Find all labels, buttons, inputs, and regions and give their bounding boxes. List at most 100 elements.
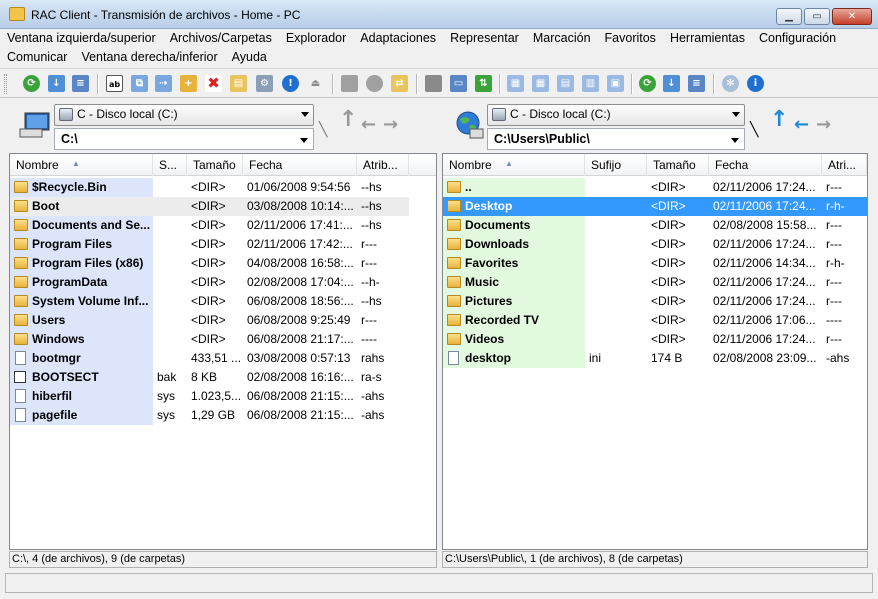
file-row[interactable]: Videos <DIR> 02/11/2006 17:24... r--- bbox=[443, 330, 867, 349]
column-header-name[interactable]: Nombre ▲ bbox=[10, 154, 153, 176]
list-view-icon[interactable]: ≡ bbox=[72, 75, 89, 92]
view-small-icon[interactable]: ▦ bbox=[532, 75, 549, 92]
transfer-icon[interactable]: ⇄ bbox=[391, 75, 408, 92]
column-header-attributes[interactable]: Atri... bbox=[822, 154, 867, 176]
copy-icon[interactable]: ⧉ bbox=[131, 75, 148, 92]
file-row[interactable]: .. <DIR> 02/11/2006 17:24... r--- bbox=[443, 178, 867, 197]
move-icon[interactable]: ⇢ bbox=[155, 75, 172, 92]
chat-icon[interactable] bbox=[341, 75, 358, 92]
back-arrow-icon[interactable]: ← bbox=[361, 116, 376, 134]
sync-icon[interactable]: ⟳ bbox=[639, 75, 656, 92]
rename-icon[interactable]: ab bbox=[106, 75, 123, 92]
menu-item[interactable]: Archivos/Carpetas bbox=[163, 29, 279, 48]
cell-suffix bbox=[153, 197, 187, 216]
forward-arrow-icon[interactable]: → bbox=[383, 116, 398, 134]
stop-icon[interactable] bbox=[425, 75, 442, 92]
view-details-icon[interactable]: ▥ bbox=[582, 75, 599, 92]
cell-text: <DIR> bbox=[191, 237, 226, 251]
menu-item[interactable]: Comunicar bbox=[0, 48, 74, 67]
cell-suffix bbox=[153, 273, 187, 292]
menu-item[interactable]: Adaptaciones bbox=[353, 29, 443, 48]
column-header-date[interactable]: Fecha bbox=[709, 154, 822, 176]
window-icon[interactable]: ▭ bbox=[450, 75, 467, 92]
file-row[interactable]: Recorded TV <DIR> 02/11/2006 17:06... ---- bbox=[443, 311, 867, 330]
file-row[interactable]: Program Files <DIR> 02/11/2006 17:42:... r-… bbox=[10, 235, 436, 254]
message-icon[interactable] bbox=[366, 75, 383, 92]
about-icon[interactable]: i bbox=[747, 75, 764, 92]
back-arrow-icon[interactable]: ← bbox=[794, 116, 809, 134]
menu-item[interactable]: Marcación bbox=[526, 29, 598, 48]
up-arrow-icon[interactable]: ↑ bbox=[770, 109, 788, 131]
column-header-attributes[interactable]: Atrib... bbox=[357, 154, 409, 176]
up-arrow-icon[interactable]: ↑ bbox=[339, 109, 357, 131]
left-drive-select[interactable]: C - Disco local (C:) bbox=[54, 104, 314, 126]
left-path-input[interactable]: C:\ bbox=[54, 128, 314, 150]
file-row[interactable]: Documents <DIR> 02/08/2008 15:58... r--- bbox=[443, 216, 867, 235]
menu-item[interactable]: Explorador bbox=[279, 29, 353, 48]
menu-item[interactable]: Configuración bbox=[752, 29, 843, 48]
cell-name: Videos bbox=[443, 330, 585, 349]
file-row[interactable]: desktop ini 174 B 02/08/2008 23:09... -ahs bbox=[443, 349, 867, 368]
file-row[interactable]: ProgramData <DIR> 02/08/2008 17:04:... --h- bbox=[10, 273, 436, 292]
maximize-button[interactable]: ▭ bbox=[804, 8, 830, 25]
right-drive-select[interactable]: C - Disco local (C:) bbox=[487, 104, 745, 126]
file-row[interactable]: Favorites <DIR> 02/11/2006 14:34... r-h- bbox=[443, 254, 867, 273]
cell-size: 433,51 ... bbox=[187, 349, 243, 368]
new-folder-icon[interactable]: + bbox=[180, 75, 197, 92]
file-row[interactable]: Windows <DIR> 06/08/2008 21:17:... ---- bbox=[10, 330, 436, 349]
info-icon[interactable]: ! bbox=[282, 75, 299, 92]
cell-suffix: bak bbox=[153, 368, 187, 387]
network-icon[interactable]: ⇅ bbox=[475, 75, 492, 92]
toolbar-grip[interactable] bbox=[4, 74, 7, 94]
file-row[interactable]: BOOTSECT bak 8 KB 02/08/2008 16:16:... ra-s bbox=[10, 368, 436, 387]
file-row[interactable]: Boot <DIR> 03/08/2008 10:14:... --hs bbox=[10, 197, 436, 216]
file-row[interactable]: Program Files (x86) <DIR> 04/08/2008 16:58… bbox=[10, 254, 436, 273]
menu-item[interactable]: Representar bbox=[443, 29, 526, 48]
menu-item[interactable]: Ventana derecha/inferior bbox=[74, 48, 224, 67]
close-button[interactable]: ✕ bbox=[832, 8, 872, 25]
folder-open-icon[interactable]: ▤ bbox=[230, 75, 247, 92]
properties-icon[interactable]: ⚙ bbox=[256, 75, 273, 92]
cell-size: <DIR> bbox=[647, 330, 709, 349]
left-list-header: Nombre ▲ S... Tamaño Fecha Atrib... bbox=[10, 154, 436, 176]
column-header-size[interactable]: Tamaño bbox=[647, 154, 709, 176]
file-row[interactable]: pagefile sys 1,29 GB 06/08/2008 21:15:... -a… bbox=[10, 406, 436, 425]
file-row[interactable]: System Volume Inf... <DIR> 06/08/2008 18:5… bbox=[10, 292, 436, 311]
file-row[interactable]: Downloads <DIR> 02/11/2006 17:24... r--- bbox=[443, 235, 867, 254]
cell-name: Program Files bbox=[10, 235, 153, 254]
file-row[interactable]: Music <DIR> 02/11/2006 17:24... r--- bbox=[443, 273, 867, 292]
cell-size: <DIR> bbox=[187, 292, 243, 311]
file-row[interactable]: hiberfil sys 1.023,5... 06/08/2008 21:15:..… bbox=[10, 387, 436, 406]
column-header-suffix[interactable]: Sufijo bbox=[585, 154, 647, 176]
menu-item[interactable]: Herramientas bbox=[663, 29, 752, 48]
menu-item[interactable]: Ventana izquierda/superior bbox=[0, 29, 163, 48]
file-row[interactable]: Pictures <DIR> 02/11/2006 17:24... r--- bbox=[443, 292, 867, 311]
eject-icon[interactable]: ⏏ bbox=[307, 75, 324, 92]
column-header-suffix[interactable]: S... bbox=[153, 154, 187, 176]
file-row[interactable]: $Recycle.Bin <DIR> 01/06/2008 9:54:56 --hs bbox=[10, 178, 436, 197]
save-icon[interactable]: ↓ bbox=[663, 75, 680, 92]
column-header-size[interactable]: Tamaño bbox=[187, 154, 243, 176]
column-header-name[interactable]: Nombre ▲ bbox=[443, 154, 585, 176]
minimize-button[interactable]: ▁ bbox=[776, 8, 802, 25]
file-row[interactable]: Desktop <DIR> 02/11/2006 17:24... r-h- bbox=[443, 197, 867, 216]
file-row[interactable]: Users <DIR> 06/08/2008 9:25:49 r--- bbox=[10, 311, 436, 330]
refresh-icon[interactable]: ⟳ bbox=[23, 75, 40, 92]
right-path-input[interactable]: C:\Users\Public\ bbox=[487, 128, 745, 150]
view-list-icon[interactable]: ▤ bbox=[557, 75, 574, 92]
menu-item[interactable]: Ayuda bbox=[225, 48, 274, 67]
file-row[interactable]: Documents and Se... <DIR> 02/11/2006 17:41… bbox=[10, 216, 436, 235]
download-icon[interactable]: ↓ bbox=[48, 75, 65, 92]
delete-icon[interactable]: ✖ bbox=[205, 75, 222, 92]
details-icon[interactable]: ≡ bbox=[688, 75, 705, 92]
root-icon[interactable]: ╲ bbox=[319, 121, 327, 139]
cell-date: 03/08/2008 10:14:... bbox=[243, 197, 357, 216]
menu-item[interactable]: Favoritos bbox=[598, 29, 663, 48]
view-thumbnails-icon[interactable]: ▣ bbox=[607, 75, 624, 92]
settings-icon[interactable]: ✻ bbox=[722, 75, 739, 92]
root-icon[interactable]: ╲ bbox=[750, 121, 758, 139]
column-header-date[interactable]: Fecha bbox=[243, 154, 357, 176]
view-large-icon[interactable]: ▦ bbox=[507, 75, 524, 92]
file-row[interactable]: bootmgr 433,51 ... 03/08/2008 0:57:13 rahs bbox=[10, 349, 436, 368]
forward-arrow-icon[interactable]: → bbox=[816, 116, 831, 134]
